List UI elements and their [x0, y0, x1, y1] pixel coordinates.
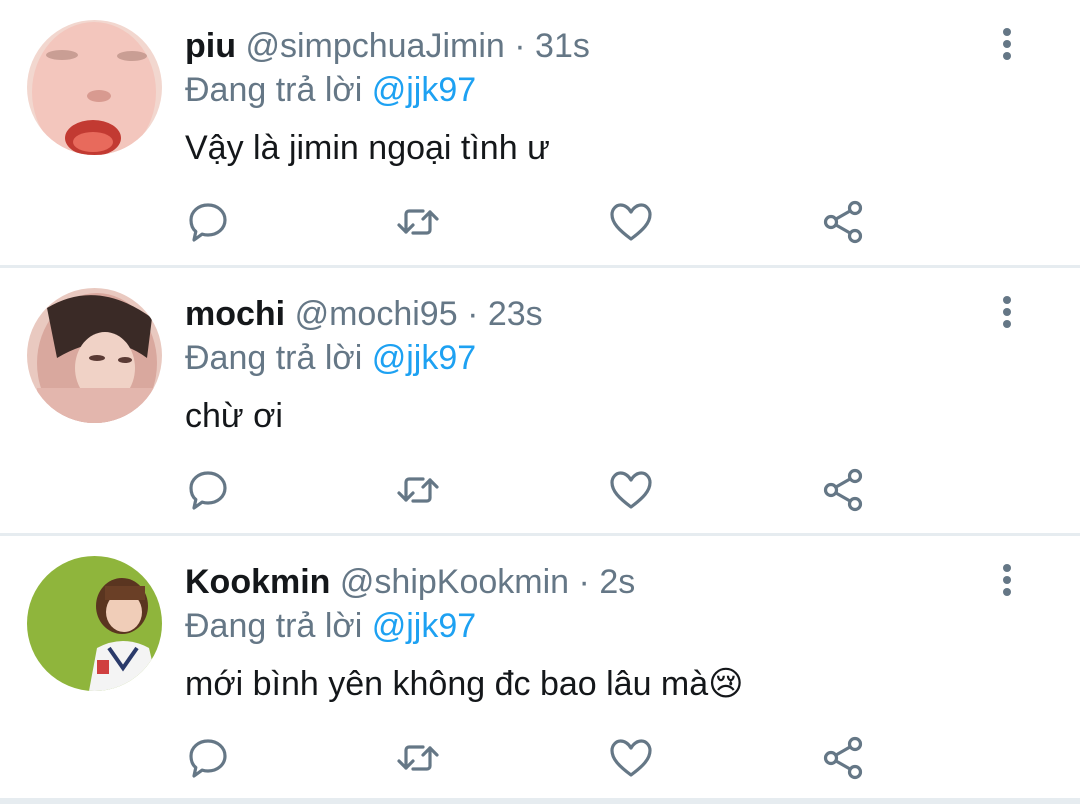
mention-link[interactable]: @jjk97 — [372, 607, 476, 645]
separator-dot: · — [467, 295, 479, 333]
share-icon — [823, 736, 863, 780]
tweet-body: Vậy là jimin ngoại tình ư — [185, 129, 550, 167]
avatar[interactable] — [27, 20, 162, 155]
reply-icon — [189, 203, 227, 242]
tweet[interactable]: mochi @mochi95 · 23s Đang trả lời @jjk97… — [0, 268, 1080, 533]
tweet-body: chừ ơi — [185, 397, 283, 435]
share-button[interactable] — [820, 466, 868, 514]
retweet-icon — [397, 477, 439, 503]
more-vertical-icon — [1003, 564, 1011, 572]
reply-prefix: Đang trả lời — [185, 71, 363, 109]
separator-dot: · — [578, 563, 590, 601]
separator-dot: · — [514, 27, 526, 65]
action-bar — [0, 198, 1080, 248]
heart-icon — [610, 203, 652, 241]
timestamp[interactable]: 31s — [535, 27, 590, 65]
tweet-header: mochi @mochi95 · 23s — [185, 294, 543, 334]
tweet[interactable]: piu @simpchuaJimin · 31s Đang trả lời @j… — [0, 0, 1080, 265]
retweet-icon — [397, 209, 439, 235]
retweet-icon — [397, 745, 439, 771]
more-vertical-icon — [1003, 28, 1011, 36]
tweet-text: chừ ơi — [185, 396, 283, 436]
reply-button[interactable] — [184, 198, 232, 246]
tweet-body: mới bình yên không đc bao lâu mà — [185, 665, 709, 703]
action-bar — [0, 734, 1080, 784]
share-icon — [823, 468, 863, 512]
more-options-button[interactable] — [992, 24, 1022, 64]
reply-feed: piu @simpchuaJimin · 31s Đang trả lời @j… — [0, 0, 1080, 804]
more-options-button[interactable] — [992, 292, 1022, 332]
heart-icon — [610, 471, 652, 509]
reply-button[interactable] — [184, 734, 232, 782]
reply-prefix: Đang trả lời — [185, 607, 363, 645]
tweet-header: Kookmin @shipKookmin · 2s — [185, 562, 635, 602]
mention-link[interactable]: @jjk97 — [372, 71, 476, 109]
display-name[interactable]: piu — [185, 27, 236, 65]
reply-icon — [189, 471, 227, 510]
user-handle[interactable]: @mochi95 — [295, 295, 458, 333]
mention-link[interactable]: @jjk97 — [372, 339, 476, 377]
share-button[interactable] — [820, 734, 868, 782]
display-name[interactable]: mochi — [185, 295, 285, 333]
avatar[interactable] — [27, 288, 162, 423]
tweet-text: Vậy là jimin ngoại tình ư — [185, 128, 550, 168]
share-button[interactable] — [820, 198, 868, 246]
reply-context: Đang trả lời @jjk97 — [185, 338, 476, 378]
share-icon — [823, 200, 863, 244]
like-button[interactable] — [607, 734, 655, 782]
like-button[interactable] — [607, 466, 655, 514]
display-name[interactable]: Kookmin — [185, 563, 330, 601]
tweet-text: mới bình yên không đc bao lâu mà😢 — [185, 664, 744, 704]
reply-prefix: Đang trả lời — [185, 339, 363, 377]
retweet-button[interactable] — [394, 734, 442, 782]
reply-context: Đang trả lời @jjk97 — [185, 70, 476, 110]
retweet-button[interactable] — [394, 466, 442, 514]
user-handle[interactable]: @simpchuaJimin — [245, 27, 504, 65]
avatar[interactable] — [27, 556, 162, 691]
more-vertical-icon — [1003, 296, 1011, 304]
timestamp[interactable]: 2s — [599, 563, 635, 601]
action-bar — [0, 466, 1080, 516]
crying-face-emoji: 😢 — [708, 664, 744, 704]
retweet-button[interactable] — [394, 198, 442, 246]
tweet-header: piu @simpchuaJimin · 31s — [185, 26, 590, 66]
reply-icon — [189, 739, 227, 778]
more-options-button[interactable] — [992, 560, 1022, 600]
heart-icon — [610, 739, 652, 777]
user-handle[interactable]: @shipKookmin — [340, 563, 569, 601]
reply-button[interactable] — [184, 466, 232, 514]
like-button[interactable] — [607, 198, 655, 246]
timestamp[interactable]: 23s — [488, 295, 543, 333]
tweet[interactable]: Kookmin @shipKookmin · 2s Đang trả lời @… — [0, 536, 1080, 798]
reply-context: Đang trả lời @jjk97 — [185, 606, 476, 646]
